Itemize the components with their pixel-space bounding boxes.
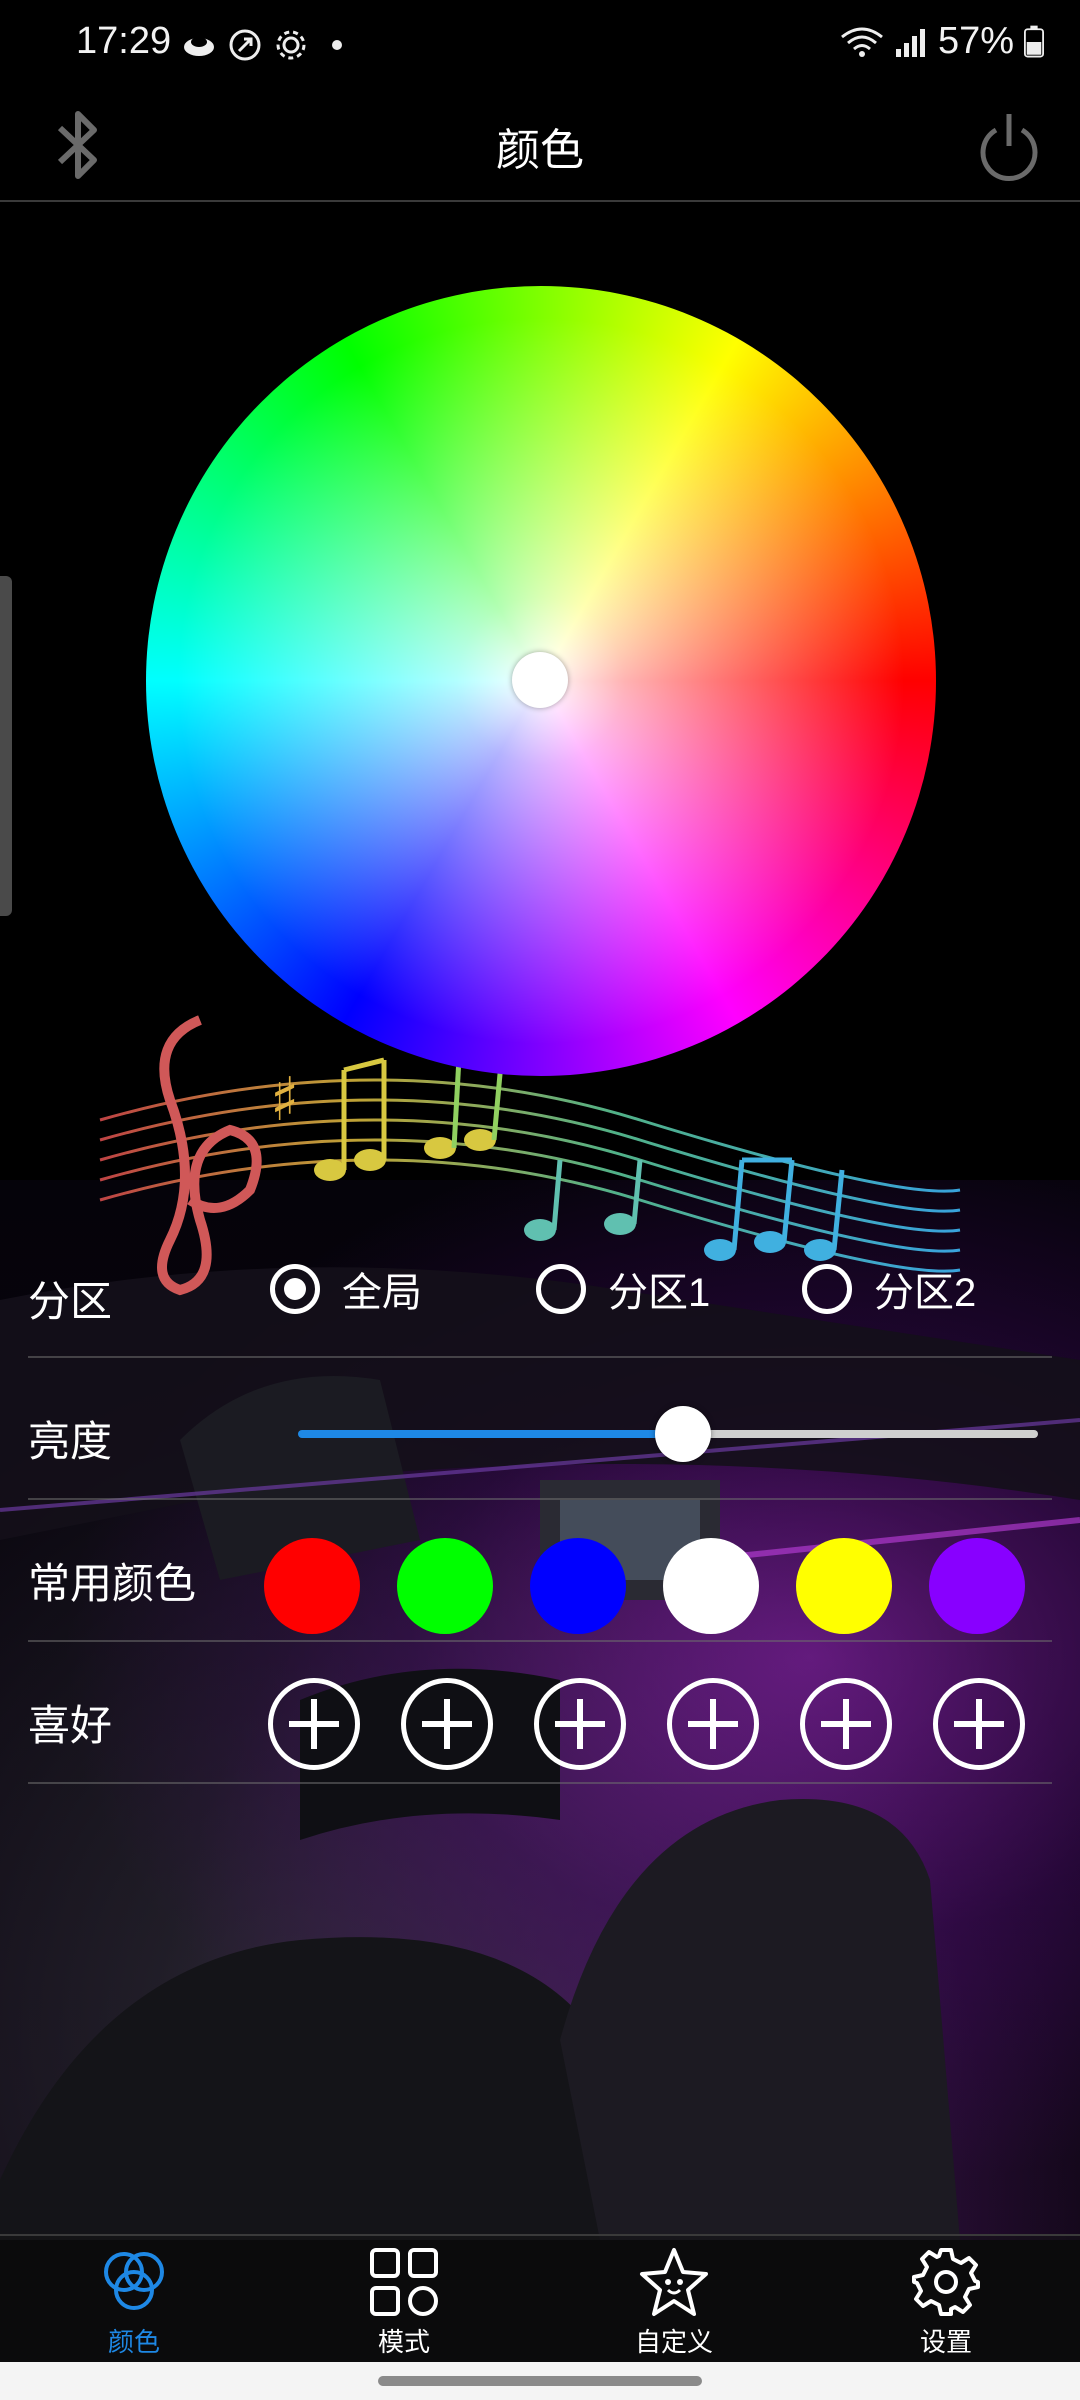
color-circles-icon — [104, 2252, 164, 2310]
dot-icon — [320, 28, 354, 62]
page-title: 颜色 — [496, 126, 584, 175]
common-colors-row: 常用颜色 — [28, 1504, 1052, 1644]
zone-option-label: 全局 — [342, 1271, 422, 1315]
status-right: 57% — [840, 20, 1044, 63]
zone-row: 分区 全局 分区1 分区2 — [28, 1222, 1052, 1362]
color-swatch-blue[interactable] — [530, 1538, 626, 1634]
star-icon — [640, 2248, 708, 2316]
divider — [28, 1356, 1052, 1358]
nav-tab-color[interactable]: 颜色 — [54, 2244, 214, 2362]
power-icon[interactable] — [974, 100, 1044, 190]
edge-panel-handle[interactable] — [0, 576, 12, 916]
color-swatch-red[interactable] — [264, 1538, 360, 1634]
brightness-label: 亮度 — [28, 1418, 113, 1465]
color-swatch-green[interactable] — [397, 1538, 493, 1634]
cloud-icon — [182, 28, 216, 62]
add-favorite-button[interactable] — [401, 1678, 493, 1770]
nav-tab-custom[interactable]: 自定义 — [594, 2244, 754, 2362]
home-gesture-bar[interactable] — [378, 2376, 702, 2386]
app-bar: 颜色 — [0, 92, 1080, 202]
color-swatch-purple[interactable] — [929, 1538, 1025, 1634]
battery-percent: 57% — [937, 20, 1014, 62]
gear-icon — [912, 2248, 980, 2316]
wifi-icon — [841, 27, 883, 57]
nav-label: 颜色 — [107, 2327, 160, 2357]
grid-icon — [370, 2248, 438, 2316]
zone-option-label: 分区2 — [874, 1271, 977, 1315]
radio-unchecked-icon[interactable] — [536, 1264, 586, 1314]
divider — [28, 1498, 1052, 1500]
settings-notification-icon — [274, 28, 308, 62]
favorites-row: 喜好 — [28, 1646, 1052, 1786]
bottom-navigation: 颜色 模式 自定义 设置 — [0, 2234, 1080, 2364]
add-favorite-button[interactable] — [667, 1678, 759, 1770]
nav-tab-mode[interactable]: 模式 — [324, 2244, 484, 2362]
common-colors-label: 常用颜色 — [28, 1560, 197, 1607]
rocket-icon — [228, 28, 262, 62]
status-bar: 17:29 57% — [0, 0, 1080, 92]
add-favorite-button[interactable] — [800, 1678, 892, 1770]
brightness-slider-thumb[interactable] — [655, 1406, 711, 1462]
radio-unchecked-icon[interactable] — [802, 1264, 852, 1314]
nav-tab-settings[interactable]: 设置 — [866, 2244, 1026, 2362]
notification-icons — [182, 28, 354, 62]
divider — [28, 1640, 1052, 1642]
color-swatch-white[interactable] — [663, 1538, 759, 1634]
svg-text:♯: ♯ — [270, 1065, 299, 1135]
signal-icon — [895, 28, 925, 57]
add-favorite-button[interactable] — [268, 1678, 360, 1770]
color-wheel-knob[interactable] — [512, 652, 568, 708]
brightness-row: 亮度 — [28, 1362, 1052, 1502]
add-favorite-button[interactable] — [933, 1678, 1025, 1770]
zone-option-1[interactable]: 分区1 — [536, 1260, 710, 1318]
color-swatch-yellow[interactable] — [796, 1538, 892, 1634]
nav-label: 设置 — [919, 2327, 972, 2357]
brightness-slider-track[interactable] — [683, 1430, 1038, 1438]
radio-checked-icon[interactable] — [270, 1264, 320, 1314]
status-time: 17:29 — [76, 20, 172, 62]
favorites-label: 喜好 — [28, 1702, 113, 1749]
zone-label: 分区 — [28, 1278, 113, 1325]
zone-option-label: 分区1 — [608, 1271, 711, 1315]
divider — [28, 1782, 1052, 1784]
zone-option-global[interactable]: 全局 — [270, 1260, 422, 1318]
brightness-slider-fill[interactable] — [298, 1430, 683, 1438]
gesture-navigation-area — [0, 2362, 1080, 2400]
zone-option-2[interactable]: 分区2 — [802, 1260, 976, 1318]
nav-label: 自定义 — [634, 2327, 713, 2357]
nav-label: 模式 — [377, 2327, 430, 2357]
add-favorite-button[interactable] — [534, 1678, 626, 1770]
battery-icon — [1024, 25, 1044, 57]
